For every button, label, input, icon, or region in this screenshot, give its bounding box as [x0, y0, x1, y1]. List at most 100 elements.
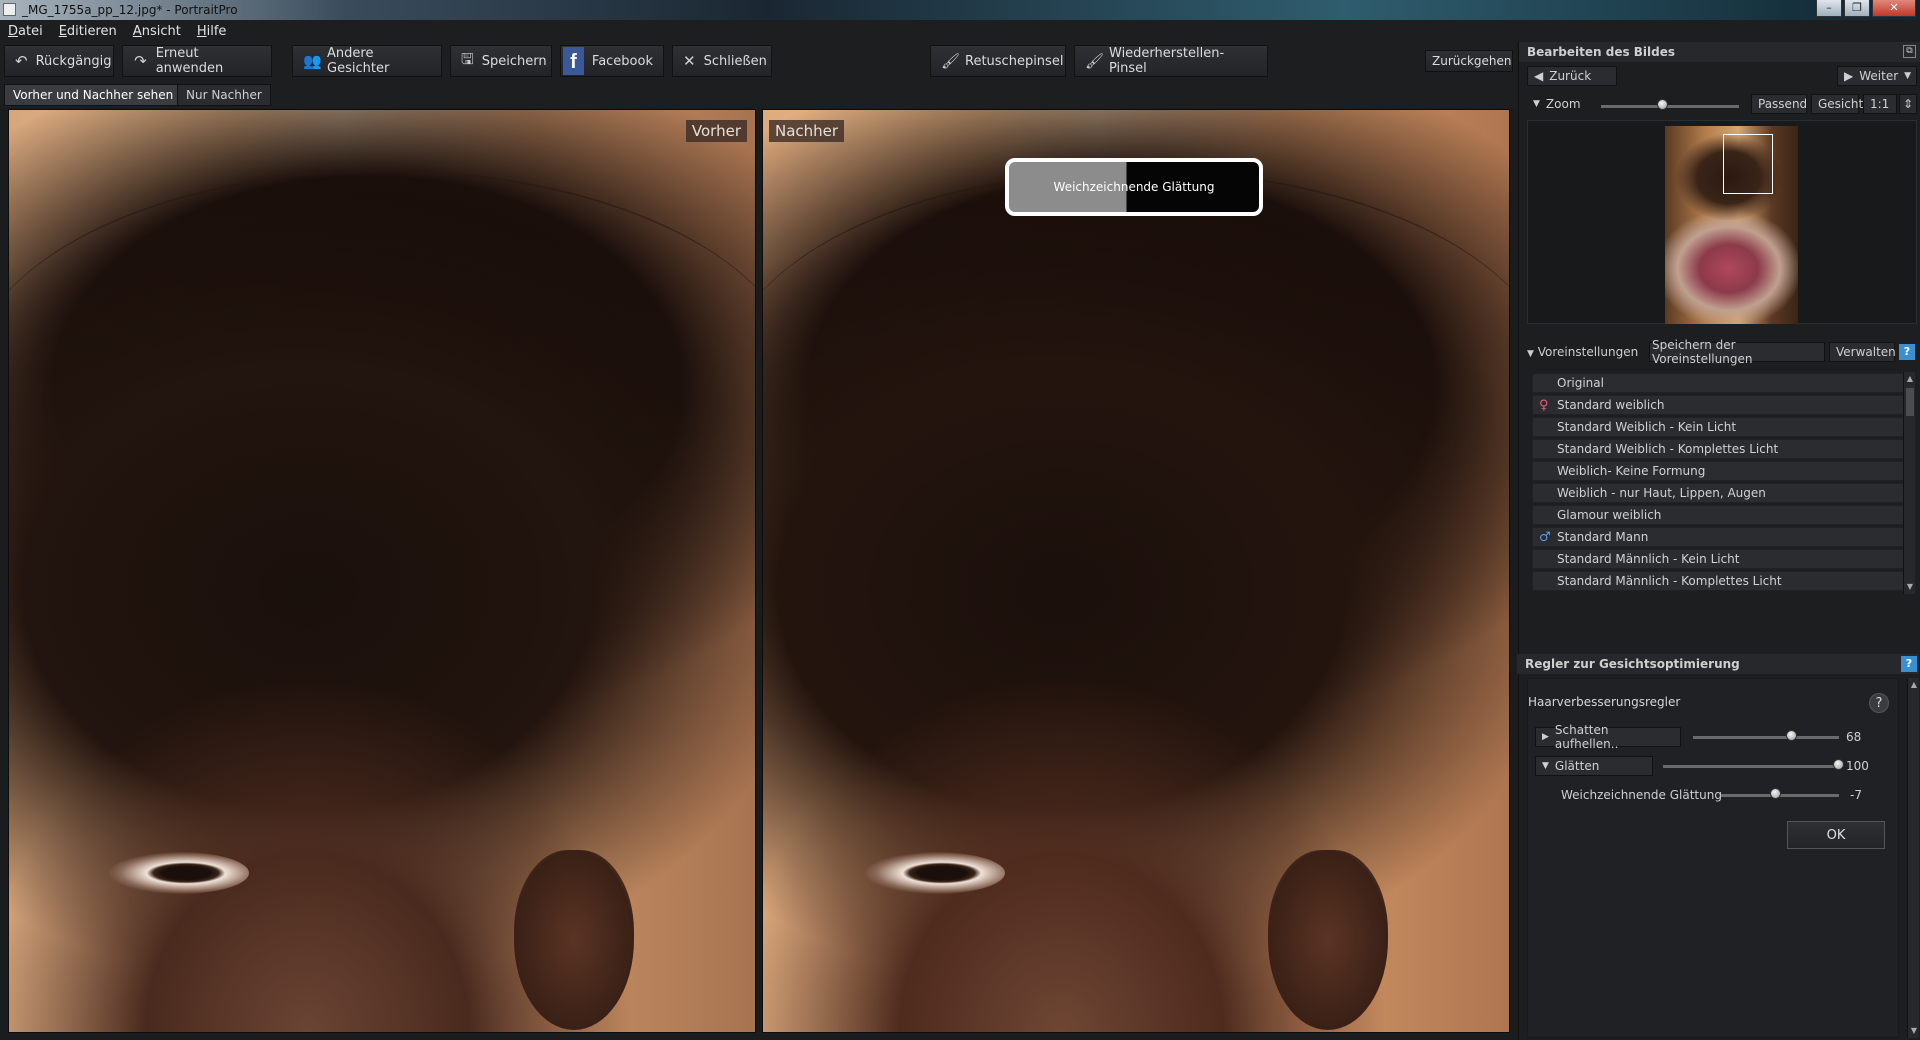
chevron-down-icon: ▼	[1542, 761, 1549, 771]
facebook-button[interactable]: f Facebook	[560, 45, 664, 77]
brush-icon: 🖌	[941, 52, 961, 70]
main-toolbar: ↶ Rückgängig ↷ Erneut anwenden 👥 Andere Ges…	[0, 42, 1516, 80]
save-icon: 🖫	[461, 49, 474, 68]
male-icon: ♂	[1539, 530, 1551, 545]
scroll-up-icon[interactable]: ▲	[1905, 374, 1915, 384]
preset-item[interactable]: Standard Weiblich - Kein Licht	[1532, 417, 1906, 437]
save-presets-button[interactable]: Speichern der Voreinstellungen	[1649, 338, 1825, 366]
menu-help[interactable]: Hilfe	[197, 24, 227, 39]
preset-item[interactable]: Glamour weiblich	[1532, 505, 1906, 525]
ok-button[interactable]: OK	[1787, 821, 1885, 849]
slider-tooltip: Weichzeichnende Glättung	[1005, 158, 1263, 216]
detach-icon[interactable]: ⧉	[1903, 45, 1916, 58]
brighten-shadows-toggle[interactable]: ▶ Schatten aufhellen..	[1535, 723, 1681, 751]
menu-file[interactable]: Datei	[8, 24, 43, 39]
slider-knob[interactable]	[1769, 788, 1781, 799]
slider-value: 100	[1846, 759, 1869, 773]
help-icon[interactable]: ?	[1869, 693, 1889, 713]
window-title: _MG_1755a_pp_12.jpg* - PortraitPro	[22, 3, 238, 17]
slider-value: -7	[1850, 788, 1862, 802]
zoom-options-icon[interactable]: ⇕	[1899, 94, 1917, 114]
minimize-icon[interactable]: –	[1816, 0, 1842, 17]
fit-button[interactable]: Passend	[1751, 94, 1807, 114]
facebook-icon: f	[563, 47, 584, 75]
close-button[interactable]: ✕ Schließen	[672, 45, 772, 77]
previous-button[interactable]: ◀ Zurück	[1527, 66, 1617, 86]
tab-after-only[interactable]: Nur Nachher	[177, 84, 271, 106]
arrow-left-icon: ◀	[1534, 69, 1544, 83]
restore-brush-icon: 🖌	[1085, 52, 1105, 70]
eye-region	[865, 852, 1005, 894]
chevron-right-icon: ▶	[1542, 732, 1549, 742]
soft-smooth-label: Weichzeichnende Glättung	[1561, 788, 1722, 802]
hair-outline	[9, 170, 755, 590]
faces-icon: 👥	[303, 52, 322, 70]
save-button[interactable]: 🖫 Speichern	[450, 45, 552, 77]
tab-before-after[interactable]: Vorher und Nachher sehen	[4, 84, 183, 106]
brighten-shadows-slider[interactable]	[1693, 736, 1839, 739]
other-faces-button[interactable]: 👥 Andere Gesichter	[292, 45, 442, 77]
after-label: Nachher	[769, 120, 845, 142]
title-bar: _MG_1755a_pp_12.jpg* - PortraitPro – ❐ ✕	[0, 0, 1920, 20]
retouch-brush-button[interactable]: 🖌 Retuschepinsel	[930, 45, 1066, 77]
preset-item[interactable]: Weiblich- Keine Formung	[1532, 461, 1906, 481]
slider-value: 68	[1846, 730, 1862, 744]
redo-button[interactable]: ↷ Erneut anwenden	[122, 45, 272, 77]
chevron-down-icon: ▼	[1904, 71, 1912, 81]
before-photo[interactable]: Vorher	[8, 109, 756, 1033]
go-back-button[interactable]: Zurückgehen	[1425, 50, 1513, 72]
view-tabs: Vorher und Nachher sehen Nur Nachher	[0, 80, 1516, 108]
after-photo[interactable]: Nachher	[762, 109, 1510, 1033]
preset-item[interactable]: Weiblich - nur Haut, Lippen, Augen	[1532, 483, 1906, 503]
smooth-toggle[interactable]: ▼ Glätten	[1535, 756, 1653, 776]
face-zoom-button[interactable]: Gesicht	[1811, 94, 1863, 114]
preset-item[interactable]: Original	[1532, 373, 1906, 393]
preset-item[interactable]: ♂ Standard Mann	[1532, 527, 1906, 547]
menu-bar: Datei Editieren Ansicht Hilfe	[0, 20, 1920, 42]
undo-button[interactable]: ↶ Rückgängig	[4, 45, 114, 77]
slider-knob[interactable]	[1833, 759, 1844, 770]
navigator-thumbnail	[1665, 126, 1798, 324]
smooth-slider[interactable]	[1663, 765, 1839, 768]
viewport-rectangle[interactable]	[1723, 134, 1773, 194]
one-to-one-button[interactable]: 1:1	[1863, 94, 1897, 114]
menu-view[interactable]: Ansicht	[133, 24, 181, 39]
before-label: Vorher	[685, 120, 747, 142]
window-controls: – ❐ ✕	[1816, 0, 1916, 17]
arrow-right-icon: ▶	[1844, 69, 1854, 83]
maximize-icon[interactable]: ❐	[1844, 0, 1870, 17]
presets-scrollbar[interactable]: ▲ ▼	[1903, 372, 1915, 594]
help-icon[interactable]: ?	[1901, 656, 1917, 672]
close-window-icon[interactable]: ✕	[1872, 0, 1916, 17]
edit-panel-header: Bearbeiten des Bildes	[1519, 42, 1920, 62]
navigator[interactable]	[1527, 120, 1917, 324]
hair-outline	[763, 170, 1509, 590]
preset-item[interactable]: Standard Männlich - Komplettes Licht	[1532, 571, 1906, 591]
female-icon: ♀	[1539, 398, 1549, 413]
preset-item[interactable]: Standard Männlich - Kein Licht	[1532, 549, 1906, 569]
help-icon[interactable]: ?	[1899, 344, 1915, 360]
right-panel: Bearbeiten des Bildes ⧉ ◀ Zurück ▶ Weiter ▼…	[1517, 42, 1920, 1040]
restore-brush-button[interactable]: 🖌 Wiederherstellen-Pinsel	[1074, 45, 1268, 77]
eye-region	[109, 852, 249, 894]
sliders-scrollbar[interactable]: ▲ ▼	[1907, 678, 1919, 1038]
menu-edit[interactable]: Editieren	[59, 24, 117, 39]
close-icon: ✕	[683, 52, 696, 70]
scroll-down-icon[interactable]: ▼	[1905, 582, 1915, 592]
preset-item[interactable]: ♀ Standard weiblich	[1532, 395, 1906, 415]
preset-item[interactable]: Standard Weiblich - Komplettes Licht	[1532, 439, 1906, 459]
hair-group-label: Haarverbesserungsregler	[1528, 695, 1681, 709]
scrollbar-thumb[interactable]	[1906, 388, 1914, 416]
ear-region	[1268, 850, 1388, 1030]
scroll-up-icon[interactable]: ▲	[1909, 680, 1919, 690]
ear-region	[514, 850, 634, 1030]
manage-presets-button[interactable]: Verwalten	[1829, 342, 1896, 362]
next-button[interactable]: ▶ Weiter ▼	[1837, 66, 1917, 86]
app-icon	[3, 3, 16, 16]
zoom-slider-knob[interactable]	[1657, 99, 1669, 110]
zoom-slider-track[interactable]	[1601, 105, 1739, 108]
scroll-down-icon[interactable]: ▼	[1909, 1026, 1919, 1036]
sliders-header: Regler zur Gesichtsoptimierung	[1517, 654, 1919, 674]
chevron-down-icon: ▼	[1533, 99, 1540, 109]
zoom-toggle[interactable]: ▼ Zoom	[1527, 94, 1587, 114]
